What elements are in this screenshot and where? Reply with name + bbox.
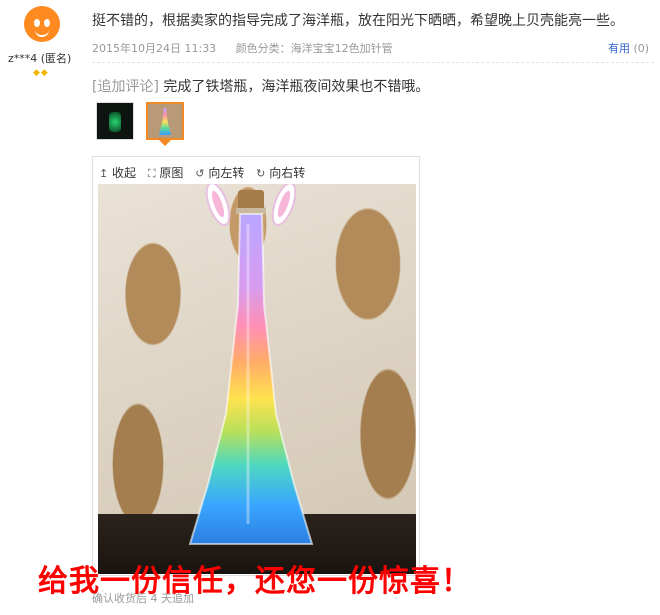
collapse-button[interactable]: ↥ 收起	[99, 166, 140, 180]
review-text: 挺不错的，根据卖家的指导完成了海洋瓶，放在阳光下晒晒，希望晚上贝壳能亮一些。	[92, 13, 624, 29]
useful-button[interactable]: 有用 (0)	[608, 40, 649, 56]
selected-thumbnail-caret	[159, 140, 171, 146]
rotate-right-label: 向右转	[269, 166, 306, 180]
avatar-eye	[44, 19, 50, 27]
original-label: 原图	[159, 166, 184, 180]
reviewer-avatar	[24, 6, 60, 42]
rotate-left-icon: ↺	[195, 167, 205, 180]
collapse-icon: ↥	[99, 167, 109, 180]
thumbnail-rainbow-bottle[interactable]	[146, 102, 184, 140]
useful-label[interactable]: 有用	[608, 42, 630, 55]
glow-bottle-icon	[109, 112, 121, 132]
rotate-right-icon: ↻	[256, 167, 266, 180]
review-photo[interactable]	[98, 184, 416, 574]
avatar-eye	[34, 19, 40, 27]
original-image-button[interactable]: ⛶ 原图	[148, 166, 187, 180]
viewer-toolbar: ↥ 收起 ⛶ 原图 ↺ 向左转 ↻ 向右转	[99, 164, 313, 181]
rainbow-bottle-icon	[159, 108, 171, 135]
append-review: [追加评论] 完成了铁塔瓶，海洋瓶夜间效果也不错哦。	[92, 76, 429, 96]
reviewer-credit-icon: ◆◆	[33, 68, 49, 78]
avatar-mouth	[35, 30, 49, 37]
review-color-category: 颜色分类：海洋宝宝12色加针管	[235, 42, 393, 55]
append-timing-note: 确认收货后 4 天追加	[92, 592, 194, 605]
divider	[92, 62, 654, 63]
append-text: 完成了铁塔瓶，海洋瓶夜间效果也不错哦。	[163, 79, 430, 95]
review-meta: 2015年10月24日 11:33 颜色分类：海洋宝宝12色加针管	[92, 40, 393, 56]
rotate-right-button[interactable]: ↻ 向右转	[256, 166, 305, 180]
thumbnail-glow-bottle[interactable]	[96, 102, 134, 140]
append-tag: [追加评论]	[92, 79, 159, 95]
useful-count: (0)	[633, 42, 650, 55]
review-date: 2015年10月24日 11:33	[92, 42, 217, 55]
reviewer-name: z***4 (匿名)	[8, 52, 72, 65]
rotate-left-label: 向左转	[208, 166, 245, 180]
rotate-left-button[interactable]: ↺ 向左转	[195, 166, 248, 180]
expand-icon: ⛶	[147, 167, 156, 180]
rainbow-tower-bottle	[188, 184, 314, 545]
collapse-label: 收起	[112, 166, 137, 180]
